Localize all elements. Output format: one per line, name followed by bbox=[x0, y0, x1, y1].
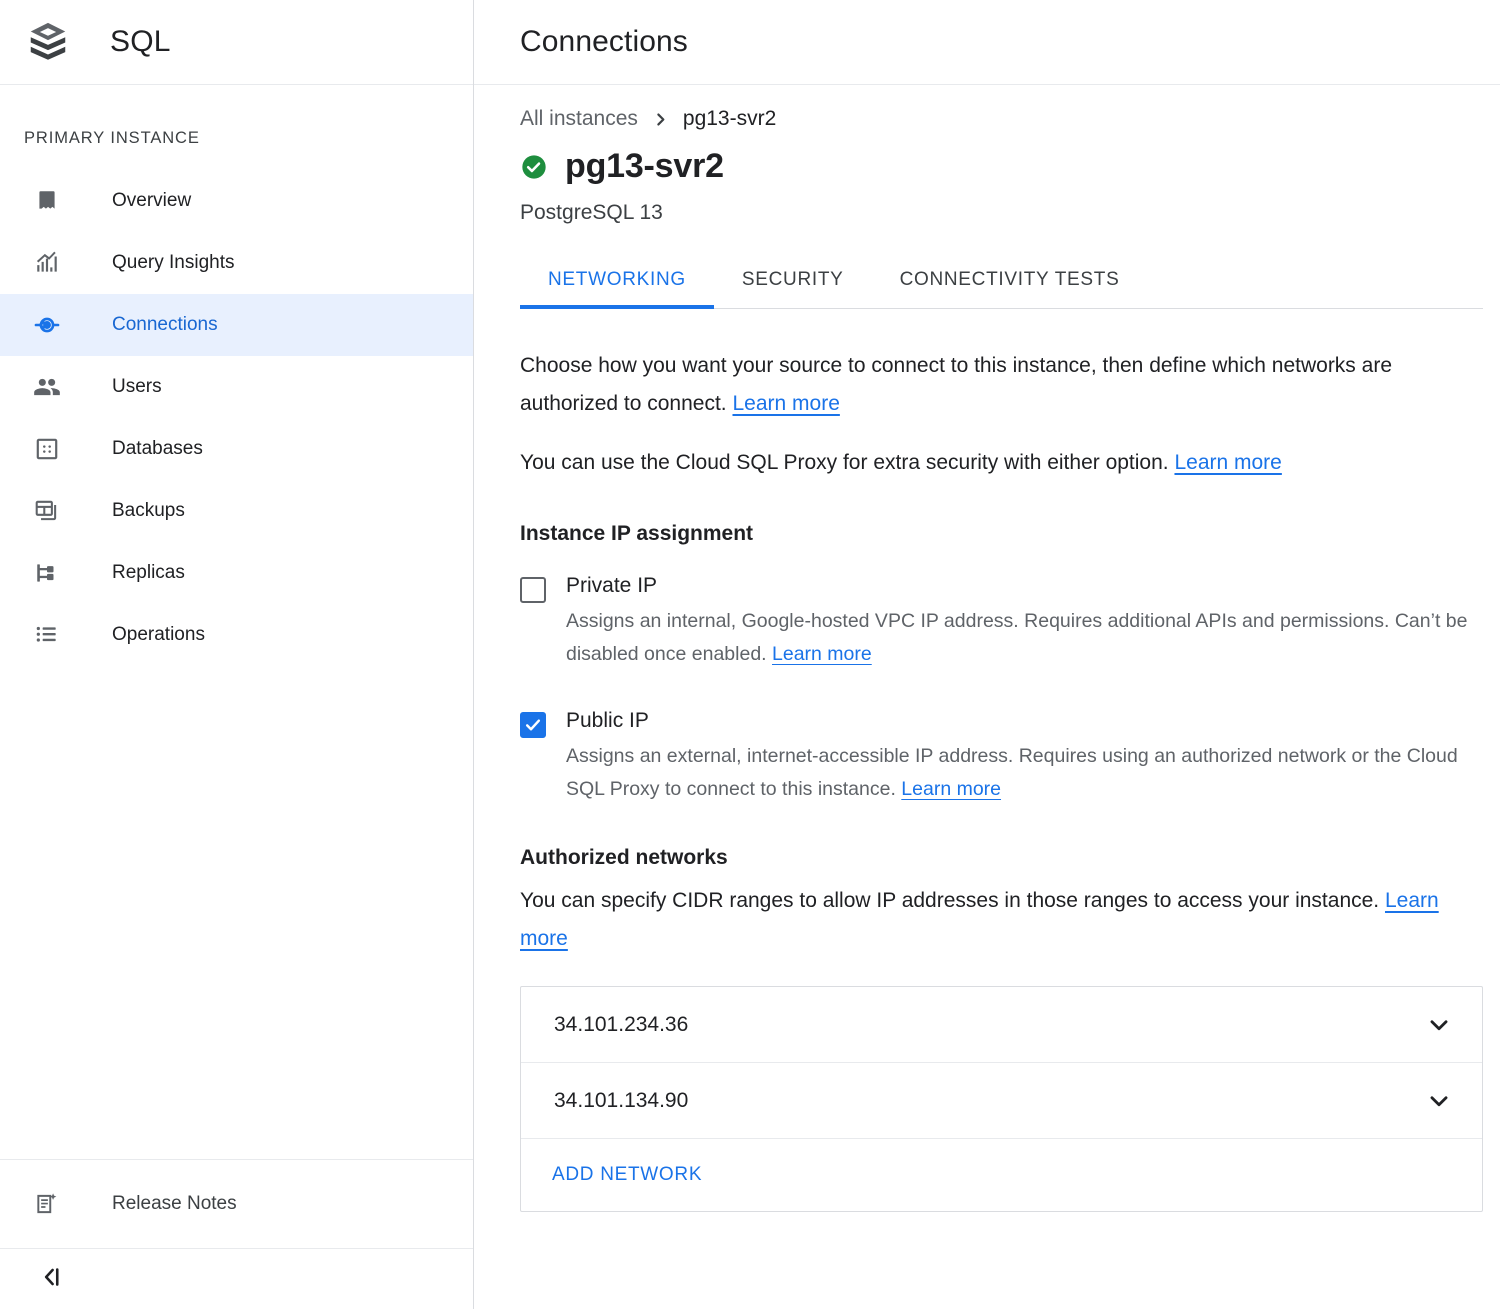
sidebar-item-label: Query Insights bbox=[112, 252, 235, 274]
learn-more-link-public-ip[interactable]: Learn more bbox=[901, 778, 1001, 800]
sidebar-item-label: Overview bbox=[112, 190, 191, 212]
breadcrumb: All instances pg13-svr2 bbox=[520, 107, 1500, 131]
public-ip-description: Assigns an external, internet-accessible… bbox=[566, 740, 1500, 806]
intro-paragraph-2: You can use the Cloud SQL Proxy for extr… bbox=[520, 444, 1460, 482]
sidebar-nav: Overview Query Insights bbox=[0, 170, 473, 666]
learn-more-link-intro-1[interactable]: Learn more bbox=[732, 392, 839, 415]
app-root: SQL PRIMARY INSTANCE Overview Query Insi… bbox=[0, 0, 1500, 1309]
sidebar-spacer bbox=[0, 666, 473, 1159]
sidebar-item-connections[interactable]: Connections bbox=[0, 294, 473, 356]
authorized-networks-heading: Authorized networks bbox=[520, 846, 1500, 870]
chevron-down-icon[interactable] bbox=[1426, 1088, 1452, 1114]
authorized-networks-description: You can specify CIDR ranges to allow IP … bbox=[520, 882, 1440, 958]
main-body: All instances pg13-svr2 pg13-svr2 Postgr… bbox=[474, 85, 1500, 1309]
network-row[interactable]: 34.101.134.90 bbox=[521, 1063, 1482, 1139]
learn-more-link-intro-2[interactable]: Learn more bbox=[1174, 451, 1281, 474]
network-ip: 34.101.234.36 bbox=[554, 1013, 1426, 1037]
breadcrumb-current: pg13-svr2 bbox=[683, 107, 776, 131]
add-network-button[interactable]: ADD NETWORK bbox=[552, 1164, 702, 1186]
sidebar-section-label: PRIMARY INSTANCE bbox=[0, 85, 473, 170]
main-content: Connections All instances pg13-svr2 pg13… bbox=[474, 0, 1500, 1309]
status-ok-check-circle-icon bbox=[520, 153, 548, 181]
intro-paragraph-1: Choose how you want your source to conne… bbox=[520, 347, 1420, 423]
sidebar-footer: Release Notes bbox=[0, 1159, 473, 1249]
collapse-panel-button[interactable] bbox=[0, 1249, 473, 1309]
intro-paragraph-1-text: Choose how you want your source to conne… bbox=[520, 354, 1392, 415]
database-grid-icon bbox=[32, 434, 62, 464]
public-ip-label: Public IP bbox=[566, 708, 1500, 734]
public-ip-checkbox[interactable] bbox=[520, 712, 546, 738]
sidebar-item-users[interactable]: Users bbox=[0, 356, 473, 418]
sidebar-item-release-notes[interactable]: Release Notes bbox=[0, 1160, 473, 1248]
list-icon bbox=[32, 620, 62, 650]
replicas-tree-icon bbox=[32, 558, 62, 588]
sidebar-item-overview[interactable]: Overview bbox=[0, 170, 473, 232]
connections-icon bbox=[32, 310, 62, 340]
sidebar-item-query-insights[interactable]: Query Insights bbox=[0, 232, 473, 294]
private-ip-description-text: Assigns an internal, Google-hosted VPC I… bbox=[566, 610, 1467, 665]
page-title: Connections bbox=[520, 25, 688, 59]
instance-name: pg13-svr2 bbox=[565, 147, 724, 186]
sidebar-header: SQL bbox=[0, 0, 473, 85]
chart-trending-icon bbox=[32, 248, 62, 278]
private-ip-checkbox[interactable] bbox=[520, 577, 546, 603]
tab-networking[interactable]: NETWORKING bbox=[520, 269, 714, 308]
sidebar-item-backups[interactable]: Backups bbox=[0, 480, 473, 542]
overview-icon bbox=[32, 186, 62, 216]
public-ip-option: Public IP Assigns an external, internet-… bbox=[520, 708, 1500, 806]
instance-ip-assignment-heading: Instance IP assignment bbox=[520, 522, 1500, 546]
release-notes-icon bbox=[32, 1189, 62, 1219]
sidebar-item-label: Operations bbox=[112, 624, 205, 646]
collapse-panel-icon bbox=[38, 1263, 66, 1296]
instance-engine: PostgreSQL 13 bbox=[520, 201, 1500, 225]
sidebar-item-operations[interactable]: Operations bbox=[0, 604, 473, 666]
instance-title-row: pg13-svr2 bbox=[520, 147, 1500, 186]
network-row[interactable]: 34.101.234.36 bbox=[521, 987, 1482, 1063]
sidebar-item-replicas[interactable]: Replicas bbox=[0, 542, 473, 604]
public-ip-option-body: Public IP Assigns an external, internet-… bbox=[566, 708, 1500, 806]
network-ip: 34.101.134.90 bbox=[554, 1089, 1426, 1113]
app-title: SQL bbox=[110, 25, 171, 59]
sidebar-item-label: Connections bbox=[112, 314, 218, 336]
tab-bar: NETWORKING SECURITY CONNECTIVITY TESTS bbox=[520, 269, 1483, 309]
add-network-row: ADD NETWORK bbox=[521, 1139, 1482, 1211]
intro-paragraph-2-text: You can use the Cloud SQL Proxy for extr… bbox=[520, 451, 1169, 474]
sidebar-item-label: Databases bbox=[112, 438, 203, 460]
chevron-down-icon[interactable] bbox=[1426, 1012, 1452, 1038]
sidebar-item-label: Replicas bbox=[112, 562, 185, 584]
sidebar-item-label: Users bbox=[112, 376, 162, 398]
private-ip-option: Private IP Assigns an internal, Google-h… bbox=[520, 573, 1500, 671]
authorized-networks-card: 34.101.234.36 34.101.134.90 ADD NETWORK bbox=[520, 986, 1483, 1212]
sidebar-item-label: Backups bbox=[112, 500, 185, 522]
main-header: Connections bbox=[474, 0, 1500, 85]
sidebar-item-databases[interactable]: Databases bbox=[0, 418, 473, 480]
chevron-right-icon bbox=[652, 111, 669, 128]
public-ip-description-text: Assigns an external, internet-accessible… bbox=[566, 745, 1458, 800]
cloud-sql-stack-logo-icon bbox=[24, 18, 72, 66]
breadcrumb-all-instances[interactable]: All instances bbox=[520, 107, 638, 131]
tab-security[interactable]: SECURITY bbox=[714, 269, 872, 308]
backups-icon bbox=[32, 496, 62, 526]
private-ip-description: Assigns an internal, Google-hosted VPC I… bbox=[566, 605, 1500, 671]
private-ip-label: Private IP bbox=[566, 573, 1500, 599]
tab-connectivity-tests[interactable]: CONNECTIVITY TESTS bbox=[872, 269, 1148, 308]
sidebar-item-label: Release Notes bbox=[112, 1193, 237, 1215]
learn-more-link-private-ip[interactable]: Learn more bbox=[772, 643, 872, 665]
sidebar: SQL PRIMARY INSTANCE Overview Query Insi… bbox=[0, 0, 474, 1309]
private-ip-option-body: Private IP Assigns an internal, Google-h… bbox=[566, 573, 1500, 671]
people-icon bbox=[32, 372, 62, 402]
authorized-networks-description-text: You can specify CIDR ranges to allow IP … bbox=[520, 889, 1379, 912]
